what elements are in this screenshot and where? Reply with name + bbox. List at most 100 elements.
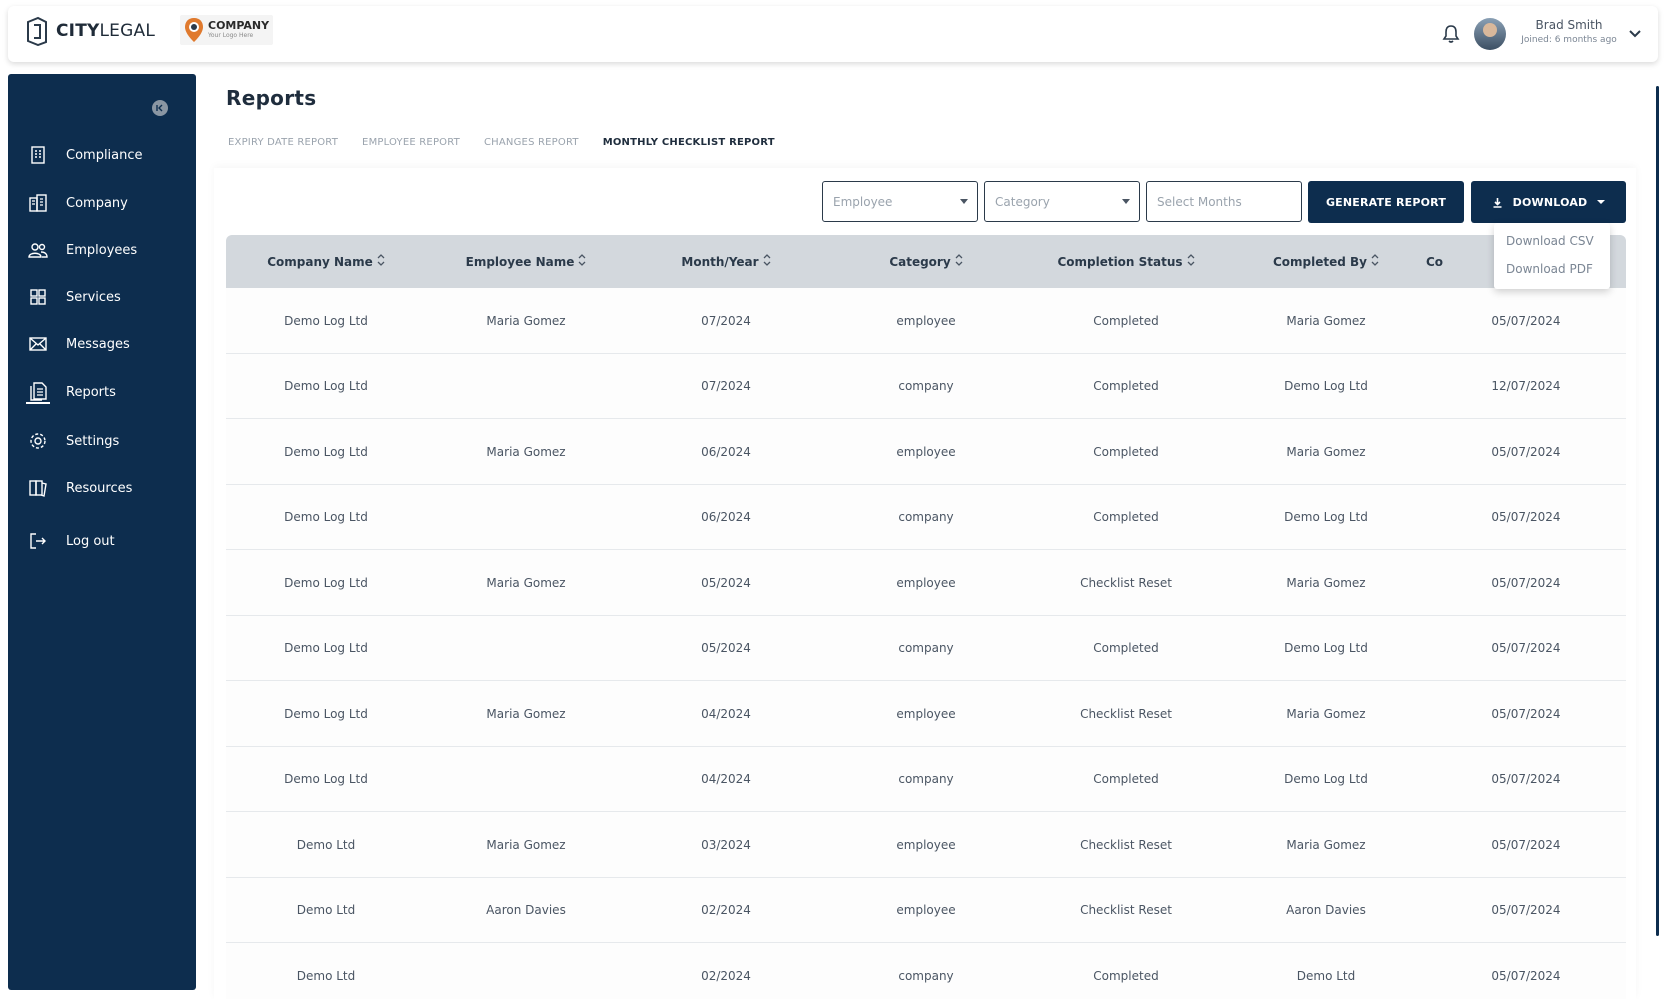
employee-select-placeholder: Employee bbox=[833, 194, 893, 209]
bell-icon[interactable] bbox=[1442, 24, 1460, 48]
table-cell bbox=[426, 485, 626, 550]
sort-icon[interactable] bbox=[578, 254, 586, 269]
column-header[interactable]: Employee Name bbox=[426, 235, 626, 288]
table-cell: Demo Ltd bbox=[296, 968, 356, 983]
table-cell: Completed bbox=[1093, 379, 1159, 393]
sort-icon[interactable] bbox=[377, 254, 385, 269]
office-icon bbox=[26, 191, 50, 215]
download-pdf-option[interactable]: Download PDF bbox=[1494, 255, 1610, 283]
employee-select[interactable]: Employee bbox=[822, 181, 978, 222]
sidebar-item-messages[interactable]: Messages bbox=[26, 332, 130, 356]
caret-down-icon bbox=[960, 199, 968, 204]
sidebar-item-company[interactable]: Company bbox=[26, 191, 128, 215]
column-header-label: Co bbox=[1426, 254, 1444, 269]
table-cell: Checklist Reset bbox=[1080, 575, 1172, 590]
column-header[interactable]: Category bbox=[826, 235, 1026, 288]
top-bar: CITYLEGAL COMPANY Your Logo Here Brad Sm… bbox=[8, 6, 1658, 62]
table-row[interactable]: Demo Log Ltd 05/2024 company Completed Demo … bbox=[226, 615, 1626, 681]
table-cell: company bbox=[898, 968, 954, 983]
sidebar-item-label: Services bbox=[66, 289, 121, 305]
column-header[interactable]: Completed By bbox=[1226, 235, 1426, 288]
column-header[interactable]: Completion Status bbox=[1026, 235, 1226, 288]
scrollbar[interactable] bbox=[1656, 86, 1659, 936]
table-cell: 02/2024 bbox=[701, 968, 751, 983]
table-cell: Demo Log Ltd bbox=[284, 706, 368, 721]
company-logo: COMPANY Your Logo Here bbox=[180, 15, 274, 45]
chevron-down-icon[interactable] bbox=[1628, 24, 1642, 43]
collapse-sidebar-button[interactable] bbox=[152, 100, 168, 116]
table-cell: employee bbox=[896, 444, 956, 459]
sort-icon[interactable] bbox=[955, 254, 963, 269]
sidebar-item-reports[interactable]: Reports bbox=[26, 380, 116, 404]
table-cell bbox=[426, 747, 626, 812]
table-cell: 05/07/2024 bbox=[1491, 903, 1561, 917]
table-cell: Maria Gomez bbox=[486, 313, 566, 328]
table-row[interactable]: Demo Log Ltd Maria Gomez 07/2024 employee Co… bbox=[226, 288, 1626, 354]
sidebar-item-settings[interactable]: Settings bbox=[26, 429, 119, 453]
months-picker[interactable]: Select Months bbox=[1146, 181, 1302, 222]
table-cell: Demo Log Ltd bbox=[284, 510, 368, 524]
table-cell: 05/07/2024 bbox=[1491, 510, 1561, 524]
table-cell: Demo Log Ltd bbox=[1284, 510, 1368, 524]
table-cell: 05/07/2024 bbox=[1491, 641, 1561, 655]
table-cell: 05/07/2024 bbox=[1491, 313, 1561, 328]
sort-icon[interactable] bbox=[1187, 254, 1195, 269]
company-tagline: Your Logo Here bbox=[208, 32, 254, 39]
sidebar-item-label: Employees bbox=[66, 242, 138, 258]
table-cell: 05/2024 bbox=[701, 641, 751, 655]
table-cell: Maria Gomez bbox=[1286, 575, 1366, 590]
table-cell: Completed bbox=[1093, 641, 1159, 655]
sidebar-item-label: Resources bbox=[66, 480, 133, 496]
generate-report-button[interactable]: GENERATE REPORT bbox=[1308, 181, 1464, 223]
table-cell: Maria Gomez bbox=[1286, 313, 1366, 328]
tab-changes-report[interactable]: CHANGES REPORT bbox=[472, 115, 591, 169]
table-cell: Demo Log Ltd bbox=[1284, 379, 1368, 393]
table-row[interactable]: Demo Ltd 02/2024 company Completed Demo Ltd 0… bbox=[226, 943, 1626, 999]
table-cell: employee bbox=[896, 837, 956, 852]
table-cell: employee bbox=[896, 903, 956, 917]
sidebar-item-services[interactable]: Services bbox=[26, 285, 121, 309]
table-cell: Demo Log Ltd bbox=[284, 575, 368, 590]
column-header[interactable]: Month/Year bbox=[626, 235, 826, 288]
table-cell: 06/2024 bbox=[701, 510, 751, 524]
column-header-label: Completed By bbox=[1272, 254, 1367, 269]
tab-employee-report[interactable]: EMPLOYEE REPORT bbox=[350, 115, 472, 169]
sidebar-item-employees[interactable]: Employees bbox=[26, 238, 137, 262]
sort-icon[interactable] bbox=[1371, 254, 1379, 269]
tab-expiry-date-report[interactable]: EXPIRY DATE REPORT bbox=[216, 115, 350, 169]
table-cell: Maria Gomez bbox=[486, 444, 566, 459]
table-cell: Demo Log Ltd bbox=[284, 641, 368, 655]
users-icon bbox=[26, 238, 50, 262]
table-row[interactable]: Demo Log Ltd Maria Gomez 04/2024 employee Ch… bbox=[226, 681, 1626, 747]
category-select[interactable]: Category bbox=[984, 181, 1140, 222]
months-picker-placeholder: Select Months bbox=[1157, 194, 1242, 209]
download-menu: Download CSV Download PDF bbox=[1494, 223, 1610, 289]
sidebar-item-resources[interactable]: Resources bbox=[26, 476, 132, 500]
sort-icon[interactable] bbox=[763, 254, 771, 269]
table-row[interactable]: Demo Log Ltd Maria Gomez 05/2024 employee Ch… bbox=[226, 550, 1626, 616]
sidebar-item-logout[interactable]: Log out bbox=[26, 529, 115, 553]
citylegal-logo[interactable]: CITYLEGAL bbox=[24, 16, 155, 46]
table-row[interactable]: Demo Log Ltd Maria Gomez 06/2024 employee Co… bbox=[226, 419, 1626, 485]
table-cell: Demo Log Ltd bbox=[284, 379, 368, 393]
download-button[interactable]: DOWNLOAD bbox=[1471, 181, 1626, 223]
table-row[interactable]: Demo Log Ltd 06/2024 company Completed Demo … bbox=[226, 484, 1626, 550]
table-row[interactable]: Demo Ltd Aaron Davies 02/2024 employee Check… bbox=[226, 877, 1626, 943]
caret-down-icon bbox=[1597, 200, 1606, 204]
sidebar-item-label: Compliance bbox=[66, 147, 143, 163]
sidebar-item-compliance[interactable]: Compliance bbox=[26, 143, 143, 167]
column-header[interactable]: Company Name bbox=[226, 235, 426, 288]
column-header-label: Completion Status bbox=[1057, 254, 1183, 269]
books-icon bbox=[26, 476, 50, 500]
table-cell: Checklist Reset bbox=[1080, 706, 1172, 721]
table-row[interactable]: Demo Log Ltd 07/2024 company Completed Demo … bbox=[226, 353, 1626, 419]
tab-monthly-checklist-report[interactable]: MONTHLY CHECKLIST REPORT bbox=[590, 115, 787, 169]
table-row[interactable]: Demo Ltd Maria Gomez 03/2024 employee Checkl… bbox=[226, 812, 1626, 878]
building-icon bbox=[26, 143, 50, 167]
table-cell: 02/2024 bbox=[701, 903, 751, 917]
table-cell: Maria Gomez bbox=[1286, 837, 1366, 852]
table-cell: 07/2024 bbox=[701, 313, 751, 328]
table-row[interactable]: Demo Log Ltd 04/2024 company Completed Demo … bbox=[226, 746, 1626, 812]
avatar[interactable] bbox=[1474, 18, 1506, 50]
download-csv-option[interactable]: Download CSV bbox=[1494, 227, 1610, 255]
